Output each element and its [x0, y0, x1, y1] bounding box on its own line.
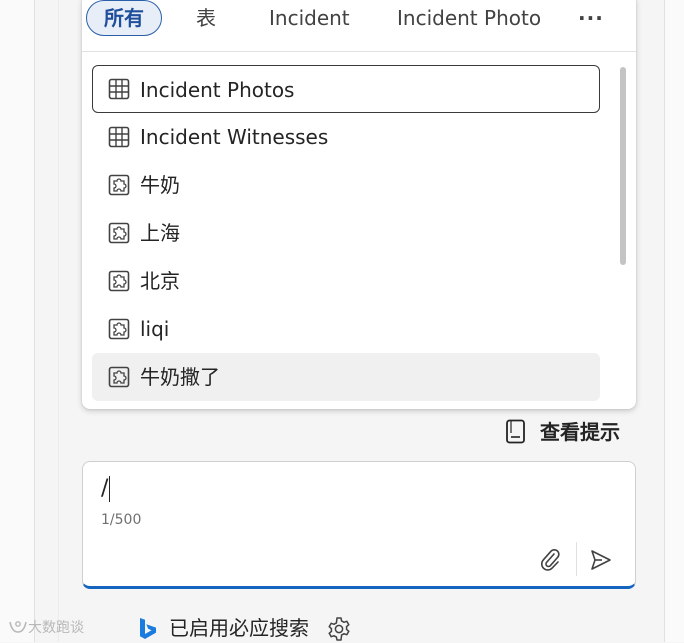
view-prompts-label: 查看提示: [540, 420, 620, 444]
list-item-label: 北京: [140, 269, 180, 293]
send-icon[interactable]: [589, 548, 613, 572]
bing-search-label: 已启用必应搜索: [169, 616, 309, 640]
watermark: 大数跑谈: [8, 617, 84, 637]
list-item[interactable]: 牛奶撒了: [92, 353, 600, 401]
puzzle-icon: [108, 318, 130, 340]
book-icon: [506, 419, 525, 444]
chat-input[interactable]: /: [101, 476, 111, 502]
suggestion-popup: 所有 表 Incident Incident Photo ··· Inciden…: [82, 0, 636, 409]
paperclip-icon[interactable]: [539, 548, 561, 572]
right-background: [665, 0, 684, 642]
left-divider: [34, 0, 35, 642]
list-item-label: 牛奶撒了: [140, 365, 220, 389]
list-item-label: liqi: [140, 317, 170, 341]
tab-all[interactable]: 所有: [86, 0, 162, 36]
bing-icon: [140, 618, 156, 639]
table-icon: [108, 126, 130, 148]
list-item-label: 上海: [140, 221, 180, 245]
chat-input-value: /: [101, 476, 109, 501]
puzzle-icon: [108, 366, 130, 388]
text-caret: [109, 476, 111, 502]
list-item[interactable]: 牛奶: [92, 161, 600, 209]
list-item[interactable]: Incident Photos: [92, 65, 600, 113]
filter-tabs: 所有 表 Incident Incident Photo ···: [82, 0, 636, 52]
gear-icon[interactable]: [326, 616, 352, 642]
chat-input-box[interactable]: / 1/500: [82, 461, 636, 589]
watermark-text: 大数跑谈: [28, 620, 84, 636]
list-item-label: Incident Photos: [140, 78, 295, 102]
tab-incident-photo[interactable]: Incident Photo: [397, 0, 541, 36]
list-item-label: Incident Witnesses: [140, 125, 329, 149]
left-background: [0, 0, 34, 642]
list-item[interactable]: 北京: [92, 257, 600, 305]
watermark-logo-icon: [9, 621, 27, 633]
more-tabs-button[interactable]: ···: [578, 0, 604, 36]
suggestion-list: Incident Photos Incident Witnesses 牛奶 上海…: [82, 59, 636, 401]
input-separator: [576, 542, 577, 576]
table-icon: [108, 78, 130, 100]
puzzle-icon: [108, 270, 130, 292]
list-item[interactable]: Incident Witnesses: [92, 113, 600, 161]
tab-incident[interactable]: Incident: [269, 0, 350, 36]
puzzle-icon: [108, 222, 130, 244]
list-item[interactable]: liqi: [92, 305, 600, 353]
panel-edge: [58, 0, 59, 642]
list-item-label: 牛奶: [140, 173, 180, 197]
char-counter: 1/500: [101, 512, 142, 528]
list-item[interactable]: 上海: [92, 209, 600, 257]
puzzle-icon: [108, 174, 130, 196]
list-scrollbar[interactable]: [620, 67, 626, 265]
tab-tables[interactable]: 表: [196, 0, 216, 36]
